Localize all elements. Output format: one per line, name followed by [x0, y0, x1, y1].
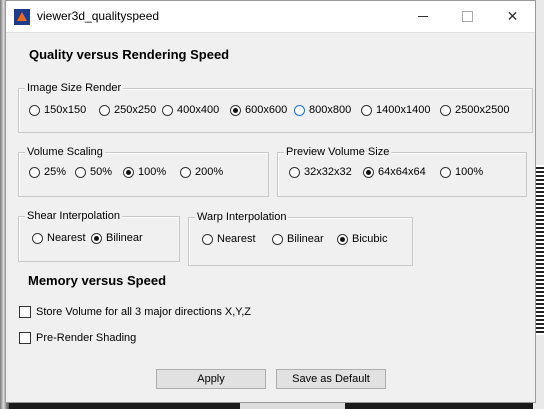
- radio-image-size-1400[interactable]: 1400x1400: [361, 104, 430, 116]
- dialog-window: viewer3d_qualityspeed ✕ Quality versus R…: [5, 0, 536, 403]
- radio-indicator: [272, 233, 283, 245]
- preview-volume-size-group: Preview Volume Size 32x32x32 64x64x64 10…: [277, 146, 527, 197]
- radio-image-size-600[interactable]: 600x600: [230, 104, 287, 116]
- radio-volume-scaling-200[interactable]: 200%: [180, 166, 223, 178]
- maximize-icon: [462, 11, 473, 22]
- quality-section-title: Quality versus Rendering Speed: [29, 47, 230, 62]
- radio-indicator: [180, 166, 191, 178]
- radio-indicator: [162, 104, 173, 116]
- close-icon: ✕: [506, 8, 519, 24]
- radio-image-size-2500[interactable]: 2500x2500: [440, 104, 509, 116]
- radio-indicator: [289, 166, 300, 178]
- window-title: viewer3d_qualityspeed: [37, 9, 160, 23]
- close-button[interactable]: ✕: [490, 1, 535, 32]
- radio-indicator: [75, 166, 86, 178]
- radio-image-size-800[interactable]: 800x800: [294, 104, 351, 116]
- radio-indicator: [440, 104, 451, 116]
- matlab-icon: [14, 9, 30, 25]
- radio-image-size-250[interactable]: 250x250: [99, 104, 156, 116]
- maximize-button[interactable]: [445, 1, 490, 32]
- radio-preview-32[interactable]: 32x32x32: [289, 166, 352, 178]
- radio-image-size-400[interactable]: 400x400: [162, 104, 219, 116]
- title-bar[interactable]: viewer3d_qualityspeed ✕: [6, 1, 535, 33]
- radio-indicator: [29, 166, 40, 178]
- shear-interpolation-group: Shear Interpolation Nearest Bilinear: [18, 210, 180, 262]
- radio-indicator: [99, 104, 110, 116]
- image-size-legend: Image Size Render: [25, 82, 124, 95]
- radio-warp-bicubic[interactable]: Bicubic: [337, 233, 387, 245]
- radio-indicator: [337, 233, 348, 245]
- radio-image-size-150[interactable]: 150x150: [29, 104, 86, 116]
- radio-indicator: [363, 166, 374, 178]
- shear-interpolation-legend: Shear Interpolation: [25, 210, 122, 223]
- radio-indicator: [123, 166, 134, 178]
- radio-volume-scaling-25[interactable]: 25%: [29, 166, 66, 178]
- image-size-group: Image Size Render 150x150 250x250 400x40…: [18, 82, 533, 133]
- radio-warp-bilinear[interactable]: Bilinear: [272, 233, 324, 245]
- radio-warp-nearest[interactable]: Nearest: [202, 233, 256, 245]
- radio-indicator: [440, 166, 451, 178]
- warp-interpolation-legend: Warp Interpolation: [195, 211, 289, 224]
- radio-indicator: [361, 104, 372, 116]
- minimize-icon: [417, 16, 428, 17]
- apply-button[interactable]: Apply: [156, 369, 266, 389]
- prerender-shading-checkbox[interactable]: Pre-Render Shading: [19, 332, 136, 344]
- warp-interpolation-group: Warp Interpolation Nearest Bilinear Bicu…: [188, 211, 413, 266]
- store-volume-checkbox[interactable]: Store Volume for all 3 major directions …: [19, 306, 251, 318]
- background-strip-bottom: [240, 403, 345, 409]
- radio-shear-bilinear[interactable]: Bilinear: [91, 232, 143, 244]
- radio-preview-64[interactable]: 64x64x64: [363, 166, 426, 178]
- save-default-button[interactable]: Save as Default: [276, 369, 386, 389]
- preview-volume-size-legend: Preview Volume Size: [284, 146, 392, 159]
- radio-indicator: [230, 104, 241, 116]
- radio-indicator: [32, 232, 43, 244]
- radio-indicator: [29, 104, 40, 116]
- minimize-button[interactable]: [400, 1, 445, 32]
- checkbox-indicator: [19, 332, 31, 344]
- checkbox-indicator: [19, 306, 31, 318]
- radio-indicator: [294, 104, 305, 116]
- radio-indicator: [91, 232, 102, 244]
- volume-scaling-legend: Volume Scaling: [25, 146, 105, 159]
- radio-indicator: [202, 233, 213, 245]
- radio-volume-scaling-100[interactable]: 100%: [123, 166, 166, 178]
- memory-section-title: Memory versus Speed: [28, 273, 167, 288]
- radio-preview-100[interactable]: 100%: [440, 166, 483, 178]
- radio-volume-scaling-50[interactable]: 50%: [75, 166, 112, 178]
- volume-scaling-group: Volume Scaling 25% 50% 100% 200%: [18, 146, 269, 197]
- radio-shear-nearest[interactable]: Nearest: [32, 232, 86, 244]
